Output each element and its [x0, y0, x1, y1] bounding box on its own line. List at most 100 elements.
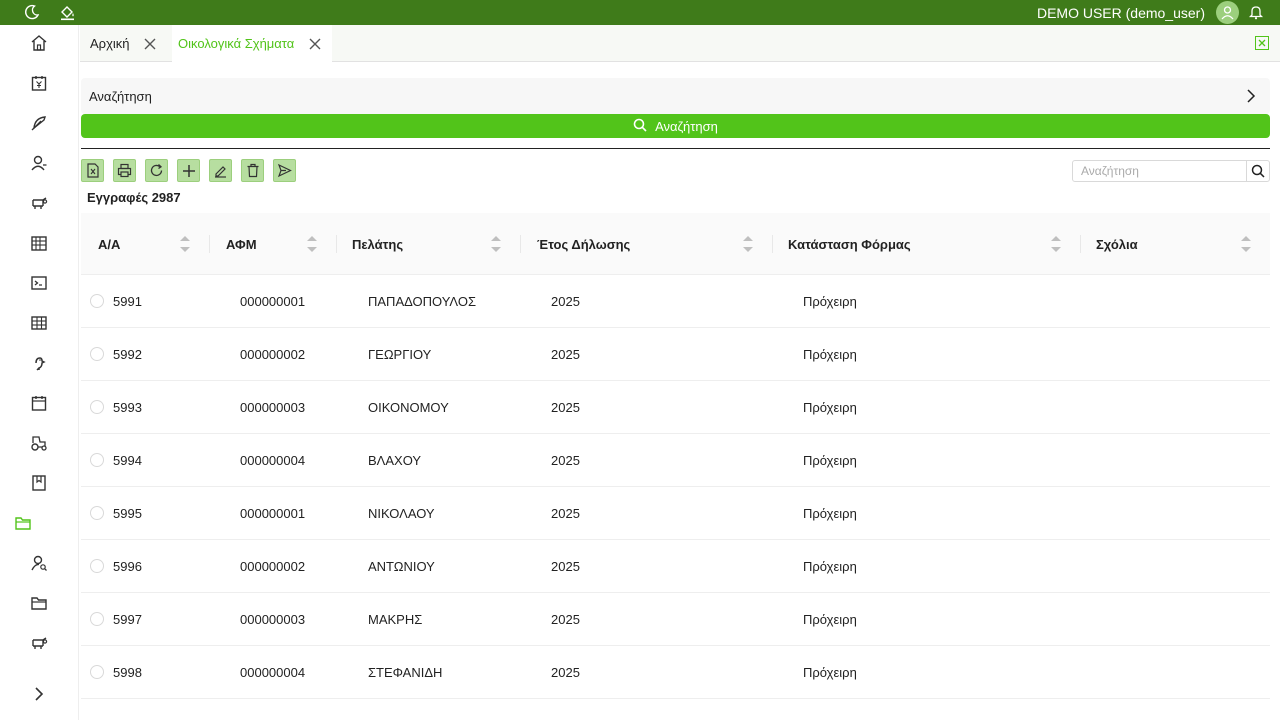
- row-radio[interactable]: [90, 294, 104, 308]
- cell-afm: 000000001: [240, 505, 306, 521]
- home-icon[interactable]: [28, 32, 50, 54]
- column-header-comments[interactable]: Σχόλια: [1096, 213, 1138, 275]
- excel-export-icon[interactable]: [81, 159, 104, 182]
- table-header: Α/Α ΑΦΜ Πελάτης Έτος Δήλωσης Κατάσταση Φ…: [81, 213, 1270, 275]
- edit-icon[interactable]: [209, 159, 232, 182]
- avatar-icon[interactable]: [1216, 1, 1239, 24]
- cell-aa: 5992: [113, 346, 142, 362]
- sort-icon[interactable]: [306, 233, 318, 255]
- folder-icon[interactable]: [28, 592, 50, 614]
- sidebar: [0, 25, 79, 720]
- terminal-icon[interactable]: [28, 272, 50, 294]
- folder-icon[interactable]: [12, 512, 34, 534]
- divider: [81, 148, 1270, 149]
- cell-client: ΝΙΚΟΛΑΟΥ: [368, 505, 435, 521]
- table-icon[interactable]: [28, 312, 50, 334]
- bird-icon[interactable]: [28, 352, 50, 374]
- close-icon[interactable]: [143, 37, 157, 51]
- building-icon[interactable]: [28, 232, 50, 254]
- row-radio[interactable]: [90, 665, 104, 679]
- cell-status: Πρόχειρη: [803, 558, 857, 574]
- add-icon[interactable]: [177, 159, 200, 182]
- sort-icon[interactable]: [179, 233, 191, 255]
- cell-client: ΜΑΚΡΗΣ: [368, 611, 423, 627]
- cell-status: Πρόχειρη: [803, 293, 857, 309]
- search-panel[interactable]: Αναζήτηση: [81, 78, 1270, 114]
- cell-status: Πρόχειρη: [803, 346, 857, 362]
- close-icon[interactable]: [308, 37, 322, 51]
- cell-year: 2025: [551, 611, 580, 627]
- chevron-right-icon[interactable]: [28, 683, 50, 705]
- cell-client: ΓΕΩΡΓΙΟΥ: [368, 346, 432, 362]
- row-radio[interactable]: [90, 453, 104, 467]
- user-search-icon[interactable]: [28, 552, 50, 574]
- calendar-yen-icon[interactable]: [28, 72, 50, 94]
- column-header-aa[interactable]: Α/Α: [98, 213, 120, 275]
- cell-year: 2025: [551, 399, 580, 415]
- feather-icon[interactable]: [28, 112, 50, 134]
- cell-year: 2025: [551, 346, 580, 362]
- cell-status: Πρόχειρη: [803, 664, 857, 680]
- paint-bucket-icon[interactable]: [57, 2, 77, 22]
- column-title: Κατάσταση Φόρμας: [788, 236, 911, 252]
- moon-icon[interactable]: [22, 2, 42, 22]
- cell-afm: 000000002: [240, 346, 306, 362]
- refresh-icon[interactable]: [145, 159, 168, 182]
- cow-icon[interactable]: [28, 192, 50, 214]
- cell-afm: 000000002: [240, 558, 306, 574]
- cell-year: 2025: [551, 505, 580, 521]
- cell-year: 2025: [551, 558, 580, 574]
- row-radio[interactable]: [90, 559, 104, 573]
- calendar-icon[interactable]: [28, 392, 50, 414]
- column-separator: [336, 235, 337, 253]
- column-title: Έτος Δήλωσης: [537, 236, 631, 252]
- cell-status: Πρόχειρη: [803, 399, 857, 415]
- book-icon[interactable]: [28, 472, 50, 494]
- sort-icon[interactable]: [1240, 233, 1252, 255]
- table-row[interactable]: 5992 000000002 ΓΕΩΡΓΙΟΥ 2025 Πρόχειρη: [81, 328, 1270, 381]
- sort-icon[interactable]: [1050, 233, 1062, 255]
- search-button[interactable]: Αναζήτηση: [81, 114, 1270, 138]
- cow-icon[interactable]: [28, 632, 50, 654]
- close-window-icon[interactable]: [1255, 36, 1269, 50]
- row-radio[interactable]: [90, 400, 104, 414]
- tab-home[interactable]: Αρχική: [80, 25, 172, 62]
- search-icon[interactable]: [1246, 160, 1270, 182]
- sort-icon[interactable]: [742, 233, 754, 255]
- table-row[interactable]: 5995 000000001 ΝΙΚΟΛΑΟΥ 2025 Πρόχειρη: [81, 487, 1270, 540]
- column-header-client[interactable]: Πελάτης: [352, 213, 403, 275]
- table-search-input[interactable]: [1072, 160, 1247, 182]
- user-name[interactable]: DEMO USER (demo_user): [1037, 5, 1205, 21]
- cell-status: Πρόχειρη: [803, 611, 857, 627]
- tractor-icon[interactable]: [28, 432, 50, 454]
- chevron-right-icon[interactable]: [1244, 88, 1258, 104]
- send-icon[interactable]: [273, 159, 296, 182]
- cell-aa: 5991: [113, 293, 142, 309]
- row-radio[interactable]: [90, 347, 104, 361]
- delete-icon[interactable]: [241, 159, 264, 182]
- tab-label: Οικολογικά Σχήματα: [178, 36, 295, 51]
- row-radio[interactable]: [90, 612, 104, 626]
- cell-aa: 5998: [113, 664, 142, 680]
- table-row[interactable]: 5997 000000003 ΜΑΚΡΗΣ 2025 Πρόχειρη: [81, 593, 1270, 646]
- column-header-year[interactable]: Έτος Δήλωσης: [537, 213, 630, 275]
- column-header-status[interactable]: Κατάσταση Φόρμας: [788, 213, 911, 275]
- print-icon[interactable]: [113, 159, 136, 182]
- table-row[interactable]: 5993 000000003 ΟΙΚΟΝΟΜΟΥ 2025 Πρόχειρη: [81, 381, 1270, 434]
- column-header-afm[interactable]: ΑΦΜ: [226, 213, 257, 275]
- table-row[interactable]: 5998 000000004 ΣΤΕΦΑΝΙΔΗ 2025 Πρόχειρη: [81, 646, 1270, 699]
- cell-client: ΑΝΤΩΝΙΟΥ: [368, 558, 435, 574]
- table-row[interactable]: 5994 000000004 ΒΛΑΧΟΥ 2025 Πρόχειρη: [81, 434, 1270, 487]
- column-title: ΑΦΜ: [226, 236, 257, 252]
- cell-aa: 5996: [113, 558, 142, 574]
- user-icon[interactable]: [28, 152, 50, 174]
- sort-icon[interactable]: [490, 233, 502, 255]
- cell-afm: 000000003: [240, 399, 306, 415]
- cell-afm: 000000001: [240, 293, 306, 309]
- tab-eco-schemes[interactable]: Οικολογικά Σχήματα: [172, 25, 332, 62]
- table-row[interactable]: 5996 000000002 ΑΝΤΩΝΙΟΥ 2025 Πρόχειρη: [81, 540, 1270, 593]
- table-row[interactable]: 5991 000000001 ΠΑΠΑΔΟΠΟΥΛΟΣ 2025 Πρόχειρ…: [81, 275, 1270, 328]
- cell-afm: 000000003: [240, 611, 306, 627]
- row-radio[interactable]: [90, 506, 104, 520]
- bell-icon[interactable]: [1246, 2, 1266, 22]
